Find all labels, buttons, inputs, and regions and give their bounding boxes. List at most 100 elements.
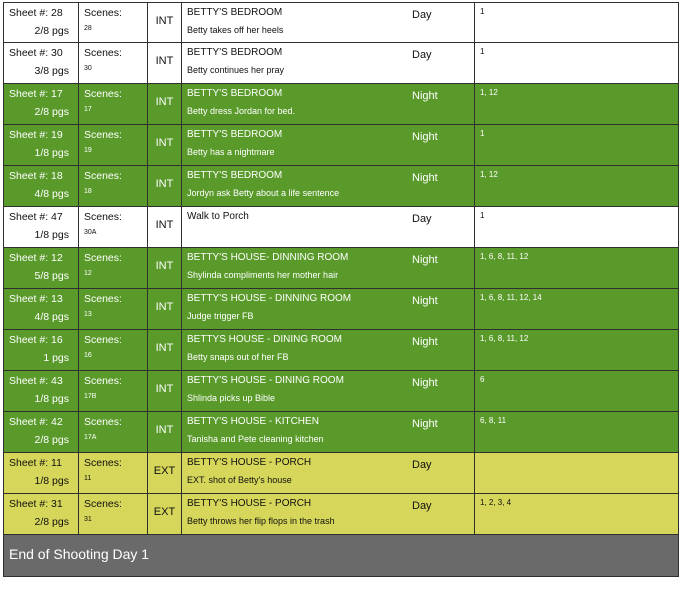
set-name: BETTY'S HOUSE - KITCHEN <box>187 416 319 427</box>
int-ext-label: INT <box>155 383 174 395</box>
int-ext-cell: INT <box>148 207 182 247</box>
cast-ids: 1 <box>480 47 485 56</box>
set-cell: BETTYS HOUSE - DINING ROOM Betty snaps ou… <box>182 330 475 370</box>
scene-cell: Scenes: 30A <box>79 207 148 247</box>
strip-row[interactable]: Sheet #: 13 4/8 pgs Scenes: 13 INT BETTY'S HO… <box>3 289 679 330</box>
scene-description: Shlinda picks up Bible <box>187 393 276 403</box>
scene-number: 30A <box>84 229 97 236</box>
scene-description: Betty takes off her heels <box>187 25 284 35</box>
set-name: BETTYS HOUSE - DINING ROOM <box>187 334 343 345</box>
scenes-label: Scenes: <box>84 457 122 469</box>
cast-cell: 1, 2, 3, 4 <box>475 494 678 534</box>
day-night-label: Night <box>412 377 438 389</box>
page-count: 2/8 pgs <box>34 516 69 528</box>
scene-description: Betty dress Jordan for bed. <box>187 106 296 116</box>
int-ext-cell: EXT <box>148 453 182 493</box>
sheet-number: Sheet #: 30 <box>9 47 63 59</box>
cast-cell: 1 <box>475 43 678 83</box>
sheet-cell: Sheet #: 13 4/8 pgs <box>4 289 79 329</box>
strip-row[interactable]: Sheet #: 19 1/8 pgs Scenes: 19 INT BETTY'S BE… <box>3 125 679 166</box>
int-ext-cell: INT <box>148 125 182 165</box>
int-ext-label: INT <box>155 424 174 436</box>
sheet-cell: Sheet #: 28 2/8 pgs <box>4 3 79 42</box>
set-cell: BETTY'S HOUSE - PORCH EXT. shot of Betty'… <box>182 453 475 493</box>
strip-row[interactable]: Sheet #: 16 1 pgs Scenes: 16 INT BETTYS HOUSE… <box>3 330 679 371</box>
day-night-label: Night <box>412 254 438 266</box>
scene-number: 17A <box>84 434 97 441</box>
scene-number: 19 <box>84 147 92 154</box>
strip-row[interactable]: Sheet #: 12 5/8 pgs Scenes: 12 INT BETTY'S HO… <box>3 248 679 289</box>
sheet-number: Sheet #: 42 <box>9 416 63 428</box>
strip-row[interactable]: Sheet #: 43 1/8 pgs Scenes: 17B INT BETTY'S H… <box>3 371 679 412</box>
scene-number: 31 <box>84 516 92 523</box>
scenes-label: Scenes: <box>84 334 122 346</box>
strip-row[interactable]: Sheet #: 18 4/8 pgs Scenes: 18 INT BETTY'S BE… <box>3 166 679 207</box>
page-count: 2/8 pgs <box>34 106 69 118</box>
scene-description: EXT. shot of Betty's house <box>187 475 292 485</box>
scenes-label: Scenes: <box>84 498 122 510</box>
scene-description: Betty throws her flip flops in the trash <box>187 516 335 526</box>
scene-number: 12 <box>84 270 92 277</box>
sheet-number: Sheet #: 28 <box>9 7 63 19</box>
int-ext-cell: INT <box>148 84 182 124</box>
cast-cell: 1, 12 <box>475 84 678 124</box>
strip-row[interactable]: Sheet #: 11 1/8 pgs Scenes: 11 EXT BETTY'S HO… <box>3 453 679 494</box>
set-cell: BETTY'S BEDROOM Betty has a nightmare Nigh… <box>182 125 475 165</box>
set-name: BETTY'S BEDROOM <box>187 170 283 181</box>
scene-number: 17B <box>84 393 97 400</box>
set-cell: BETTY'S HOUSE - DINING ROOM Shlinda picks… <box>182 371 475 411</box>
set-cell: BETTY'S HOUSE - KITCHEN Tanisha and Pete … <box>182 412 475 452</box>
int-ext-cell: INT <box>148 330 182 370</box>
strip-list: Sheet #: 28 2/8 pgs Scenes: 28 INT BETTY'S BE… <box>3 2 679 535</box>
scene-cell: Scenes: 17B <box>79 371 148 411</box>
cast-ids: 1 <box>480 129 485 138</box>
scene-cell: Scenes: 28 <box>79 3 148 42</box>
cast-ids: 1 <box>480 7 485 16</box>
cast-cell: 1, 6, 8, 11, 12 <box>475 330 678 370</box>
cast-cell: 1 <box>475 3 678 42</box>
scene-description: Betty has a nightmare <box>187 147 275 157</box>
cast-cell <box>475 453 678 493</box>
scene-cell: Scenes: 18 <box>79 166 148 206</box>
set-cell: BETTY'S HOUSE - PORCH Betty throws her fl… <box>182 494 475 534</box>
page-count: 1 pgs <box>43 352 69 364</box>
cast-ids: 1, 6, 8, 11, 12 <box>480 334 529 343</box>
set-name: BETTY'S HOUSE - DINING ROOM <box>187 375 344 386</box>
set-name: BETTY'S BEDROOM <box>187 129 283 140</box>
scene-cell: Scenes: 13 <box>79 289 148 329</box>
set-name: BETTY'S HOUSE- DINNING ROOM <box>187 252 349 263</box>
sheet-number: Sheet #: 11 <box>9 457 62 469</box>
scene-cell: Scenes: 17A <box>79 412 148 452</box>
scene-description: Shylinda compliments her mother hair <box>187 270 339 280</box>
set-name: Walk to Porch <box>187 211 249 222</box>
strip-row[interactable]: Sheet #: 31 2/8 pgs Scenes: 31 EXT BETTY'S HO… <box>3 494 679 535</box>
strip-row[interactable]: Sheet #: 47 1/8 pgs Scenes: 30A INT Walk to P… <box>3 207 679 248</box>
strip-row[interactable]: Sheet #: 42 2/8 pgs Scenes: 17A INT BETTY'S H… <box>3 412 679 453</box>
scene-number: 18 <box>84 188 92 195</box>
sheet-cell: Sheet #: 47 1/8 pgs <box>4 207 79 247</box>
page-count: 2/8 pgs <box>34 434 69 446</box>
sheet-number: Sheet #: 16 <box>9 334 63 346</box>
strip-row[interactable]: Sheet #: 28 2/8 pgs Scenes: 28 INT BETTY'S BE… <box>3 2 679 43</box>
scene-description: Betty continues her pray <box>187 65 285 75</box>
strip-row[interactable]: Sheet #: 17 2/8 pgs Scenes: 17 INT BETTY'S BE… <box>3 84 679 125</box>
cast-ids: 1, 12 <box>480 88 498 97</box>
day-night-label: Night <box>412 172 438 184</box>
sheet-cell: Sheet #: 16 1 pgs <box>4 330 79 370</box>
set-cell: BETTY'S BEDROOM Betty continues her pray D… <box>182 43 475 83</box>
scene-description: Betty snaps out of her FB <box>187 352 289 362</box>
scene-cell: Scenes: 17 <box>79 84 148 124</box>
day-night-label: Day <box>412 500 432 512</box>
day-night-label: Day <box>412 9 432 21</box>
page-count: 2/8 pgs <box>34 25 69 37</box>
int-ext-label: INT <box>155 342 174 354</box>
int-ext-label: INT <box>155 15 174 27</box>
cast-ids: 6 <box>480 375 485 384</box>
scenes-label: Scenes: <box>84 252 122 264</box>
scenes-label: Scenes: <box>84 416 122 428</box>
sheet-number: Sheet #: 47 <box>9 211 63 223</box>
strip-row[interactable]: Sheet #: 30 3/8 pgs Scenes: 30 INT BETTY'S BE… <box>3 43 679 84</box>
set-name: BETTY'S BEDROOM <box>187 7 283 18</box>
stripboard: Sheet #: 28 2/8 pgs Scenes: 28 INT BETTY'S BE… <box>3 2 679 577</box>
int-ext-label: INT <box>155 219 174 231</box>
